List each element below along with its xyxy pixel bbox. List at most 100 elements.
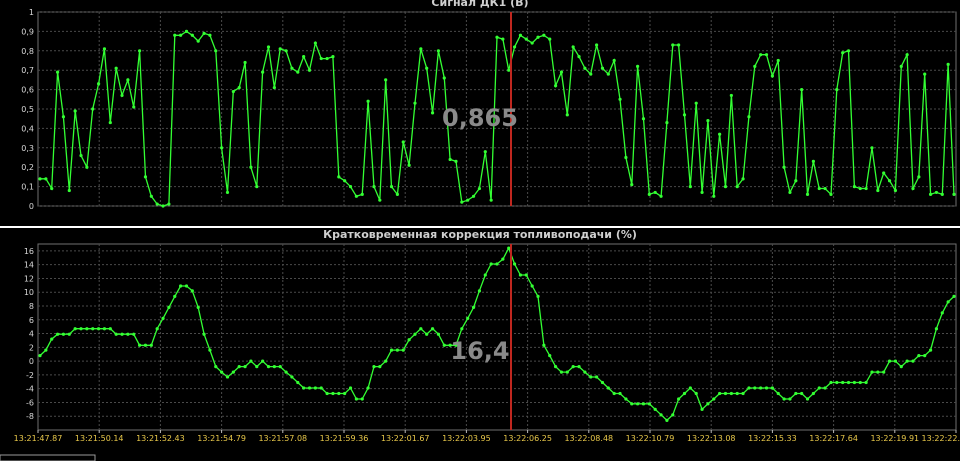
data-point — [934, 327, 939, 331]
data-point — [378, 365, 382, 369]
data-point — [864, 380, 868, 385]
data-point — [759, 386, 763, 390]
data-point — [923, 354, 927, 358]
data-point — [712, 397, 716, 401]
data-point — [893, 359, 898, 363]
data-point — [559, 70, 564, 74]
data-point — [425, 332, 429, 336]
data-point — [788, 397, 792, 401]
data-point — [73, 109, 77, 113]
data-point — [442, 343, 446, 347]
data-point — [266, 45, 271, 49]
data-point — [565, 370, 569, 374]
data-point — [149, 194, 153, 198]
data-point — [261, 70, 265, 74]
data-point — [331, 55, 335, 59]
data-point — [79, 153, 83, 158]
data-point — [296, 70, 300, 74]
data-point — [278, 365, 282, 369]
data-point — [641, 402, 646, 406]
data-point — [682, 391, 687, 396]
data-point — [600, 380, 605, 385]
data-point — [184, 29, 189, 33]
data-point — [55, 332, 60, 336]
data-point — [231, 89, 235, 94]
data-point — [595, 43, 599, 47]
data-point — [882, 171, 886, 175]
data-point — [682, 113, 687, 117]
data-point — [530, 284, 534, 288]
y-tick-label: 10 — [24, 288, 34, 297]
data-point — [384, 78, 388, 82]
data-point — [548, 354, 552, 358]
data-point — [266, 365, 271, 369]
data-point — [905, 53, 909, 57]
data-point — [430, 327, 435, 331]
data-point — [143, 343, 148, 347]
data-point — [225, 375, 230, 379]
data-point — [606, 386, 610, 390]
data-point — [542, 33, 546, 37]
y-tick-label: 0,6 — [21, 86, 34, 95]
data-point — [600, 66, 605, 70]
data-point — [442, 76, 446, 80]
data-point — [512, 262, 517, 266]
cursor-value: 16,4 — [450, 337, 509, 365]
y-tick-label: 0,3 — [21, 144, 34, 153]
data-point — [348, 185, 353, 189]
data-point — [665, 418, 669, 422]
data-point — [67, 188, 71, 193]
data-point — [272, 86, 276, 90]
data-point — [940, 192, 944, 196]
data-point — [612, 58, 616, 63]
data-point — [173, 33, 177, 37]
data-point — [343, 179, 347, 183]
data-point — [102, 327, 107, 331]
data-point — [858, 186, 862, 191]
data-point — [735, 185, 739, 189]
scrollbar[interactable] — [0, 454, 96, 461]
data-point — [718, 132, 722, 136]
data-point — [138, 343, 142, 347]
data-point — [559, 370, 564, 374]
data-point — [38, 354, 42, 358]
data-point — [706, 119, 710, 123]
data-point — [407, 338, 411, 342]
data-point — [618, 97, 622, 101]
data-point — [167, 305, 171, 309]
data-point — [577, 365, 581, 369]
data-point — [571, 45, 575, 49]
data-point — [190, 289, 194, 293]
x-tick-label: 13:22:22. — [922, 434, 960, 443]
data-point — [876, 188, 880, 193]
data-point — [114, 332, 118, 336]
data-point — [319, 386, 323, 390]
x-tick-label: 13:21:47.87 — [14, 434, 63, 443]
data-point — [372, 365, 376, 369]
data-point — [794, 179, 798, 183]
data-point — [911, 186, 915, 191]
data-point — [307, 68, 312, 72]
data-point — [454, 159, 458, 163]
data-point — [677, 43, 681, 47]
y-tick-label: 0,7 — [21, 66, 34, 75]
data-point — [354, 397, 358, 401]
data-point — [225, 190, 230, 195]
data-point — [589, 72, 593, 76]
data-point — [940, 311, 944, 315]
x-tick-label: 13:22:17.64 — [809, 434, 858, 443]
data-point — [712, 194, 716, 198]
data-point — [835, 88, 839, 92]
data-point — [143, 175, 148, 179]
data-point — [161, 316, 165, 320]
data-point — [220, 146, 224, 150]
data-point — [231, 370, 235, 374]
y-tick-label: 1 — [29, 8, 34, 17]
data-point — [542, 343, 546, 347]
data-point — [237, 365, 241, 369]
data-point — [138, 49, 142, 53]
data-point — [436, 332, 441, 336]
data-point — [120, 93, 124, 98]
data-point — [501, 37, 505, 41]
data-point — [829, 380, 833, 385]
